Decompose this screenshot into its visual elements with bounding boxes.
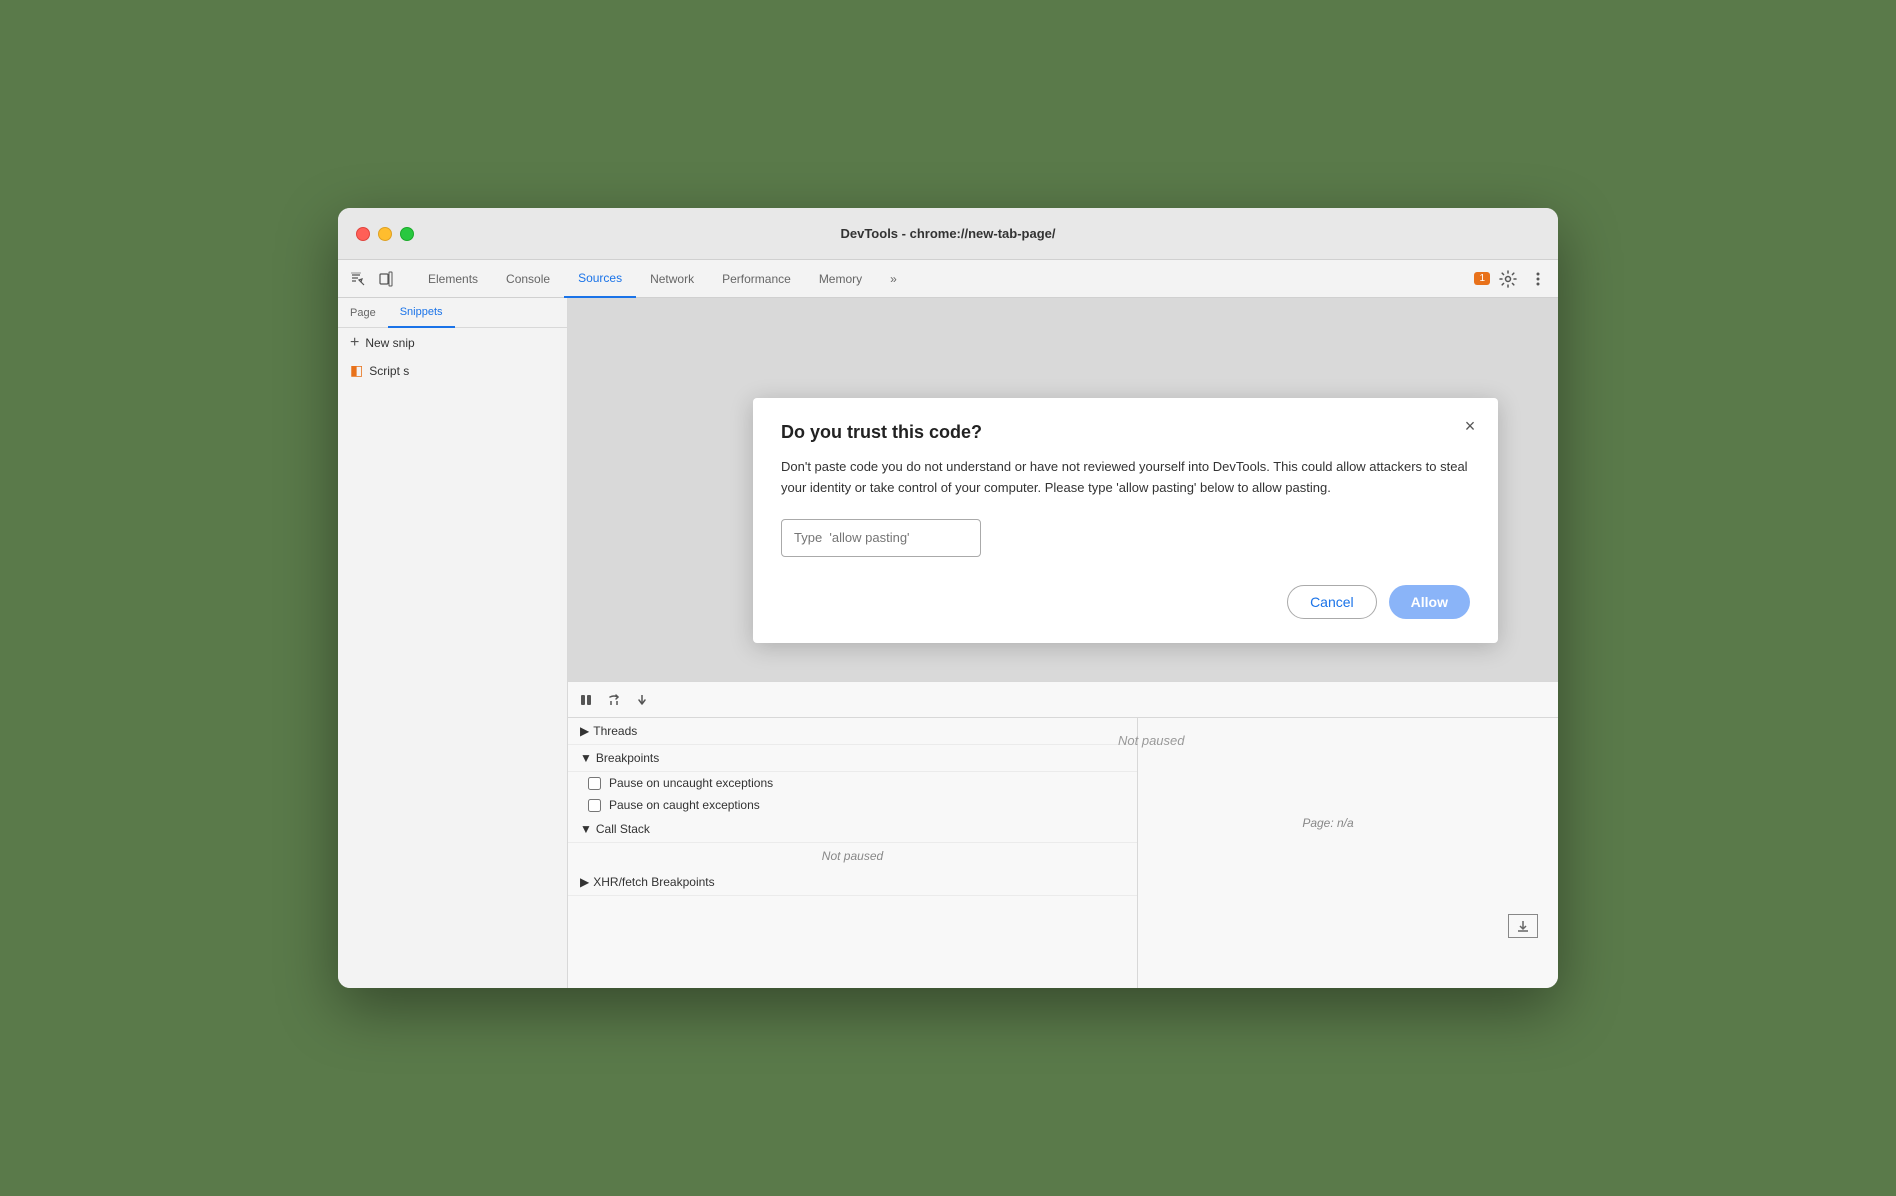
- tab-sources[interactable]: Sources: [564, 260, 636, 298]
- dialog-close-button[interactable]: ×: [1456, 412, 1484, 440]
- pause-caught-item: Pause on caught exceptions: [568, 794, 1137, 816]
- plus-icon: +: [350, 334, 359, 352]
- tab-performance[interactable]: Performance: [708, 260, 805, 298]
- dialog-body: Don't paste code you do not understand o…: [781, 457, 1470, 499]
- device-toggle-icon[interactable]: [374, 267, 398, 291]
- sidebar-tab-snippets[interactable]: Snippets: [388, 298, 455, 328]
- bottom-right-panel: Page: n/a Not paused: [1138, 718, 1558, 988]
- script-file-icon: ◧: [350, 362, 363, 379]
- dialog-buttons: Cancel Allow: [781, 585, 1470, 619]
- cancel-button[interactable]: Cancel: [1287, 585, 1377, 619]
- devtools-icon-group: [346, 267, 398, 291]
- traffic-lights: [356, 227, 414, 241]
- sidebar: Page Snippets + New snip ◧ Script s: [338, 298, 568, 988]
- bottom-left-panel: ▶ Threads ▼ Breakpoints Pause on uncaugh…: [568, 718, 1138, 988]
- inspect-element-icon[interactable]: [346, 267, 370, 291]
- sidebar-tab-page[interactable]: Page: [338, 298, 388, 328]
- bottom-toolbar: [568, 682, 1558, 718]
- window-title: DevTools - chrome://new-tab-page/: [840, 226, 1055, 241]
- devtools-body: Page Snippets + New snip ◧ Script s: [338, 298, 1558, 988]
- script-item[interactable]: ◧ Script s: [338, 358, 567, 383]
- editor-area: × Do you trust this code? Don't paste co…: [568, 298, 1558, 681]
- devtools-tabs: Elements Console Sources Network Perform…: [414, 260, 1474, 298]
- close-button[interactable]: [356, 227, 370, 241]
- pause-icon[interactable]: [576, 690, 596, 710]
- pause-uncaught-checkbox[interactable]: [588, 777, 601, 790]
- not-paused-right: Not paused: [1118, 733, 1185, 748]
- page-label: Page: n/a: [1302, 816, 1353, 830]
- devtools-window: DevTools - chrome://new-tab-page/ Elemen: [338, 208, 1558, 988]
- trust-dialog: × Do you trust this code? Don't paste co…: [753, 398, 1498, 643]
- pause-uncaught-item: Pause on uncaught exceptions: [568, 772, 1137, 794]
- more-options-icon[interactable]: [1526, 267, 1550, 291]
- call-stack-section[interactable]: ▼ Call Stack: [568, 816, 1137, 843]
- tab-memory[interactable]: Memory: [805, 260, 876, 298]
- main-area: × Do you trust this code? Don't paste co…: [568, 298, 1558, 988]
- tab-console[interactable]: Console: [492, 260, 564, 298]
- settings-icon[interactable]: [1496, 267, 1520, 291]
- titlebar: DevTools - chrome://new-tab-page/: [338, 208, 1558, 260]
- bottom-content: ▶ Threads ▼ Breakpoints Pause on uncaugh…: [568, 718, 1558, 988]
- threads-chevron-icon: ▶: [580, 724, 589, 738]
- new-snip-button[interactable]: + New snip: [338, 328, 567, 358]
- step-over-icon[interactable]: [604, 690, 624, 710]
- xhr-breakpoints-section[interactable]: ▶ XHR/fetch Breakpoints: [568, 869, 1137, 896]
- not-paused-left: Not paused: [568, 843, 1137, 869]
- call-stack-chevron-icon: ▼: [580, 822, 592, 836]
- breakpoints-chevron-icon: ▼: [580, 751, 592, 765]
- step-into-icon[interactable]: [632, 690, 652, 710]
- sidebar-tabs: Page Snippets: [338, 298, 567, 328]
- bottom-panel: ▶ Threads ▼ Breakpoints Pause on uncaugh…: [568, 681, 1558, 988]
- tab-network[interactable]: Network: [636, 260, 708, 298]
- dialog-title: Do you trust this code?: [781, 422, 1470, 443]
- allow-pasting-input[interactable]: [781, 519, 981, 557]
- devtools-right-controls: 1: [1474, 267, 1550, 291]
- notification-badge: 1: [1474, 272, 1490, 285]
- fullscreen-button[interactable]: [400, 227, 414, 241]
- download-icon[interactable]: [1508, 914, 1538, 938]
- pause-caught-checkbox[interactable]: [588, 799, 601, 812]
- minimize-button[interactable]: [378, 227, 392, 241]
- tab-elements[interactable]: Elements: [414, 260, 492, 298]
- allow-button[interactable]: Allow: [1389, 585, 1470, 619]
- threads-section[interactable]: ▶ Threads: [568, 718, 1137, 745]
- tab-more[interactable]: »: [876, 260, 911, 298]
- xhr-chevron-icon: ▶: [580, 875, 589, 889]
- devtools-toolbar: Elements Console Sources Network Perform…: [338, 260, 1558, 298]
- breakpoints-section[interactable]: ▼ Breakpoints: [568, 745, 1137, 772]
